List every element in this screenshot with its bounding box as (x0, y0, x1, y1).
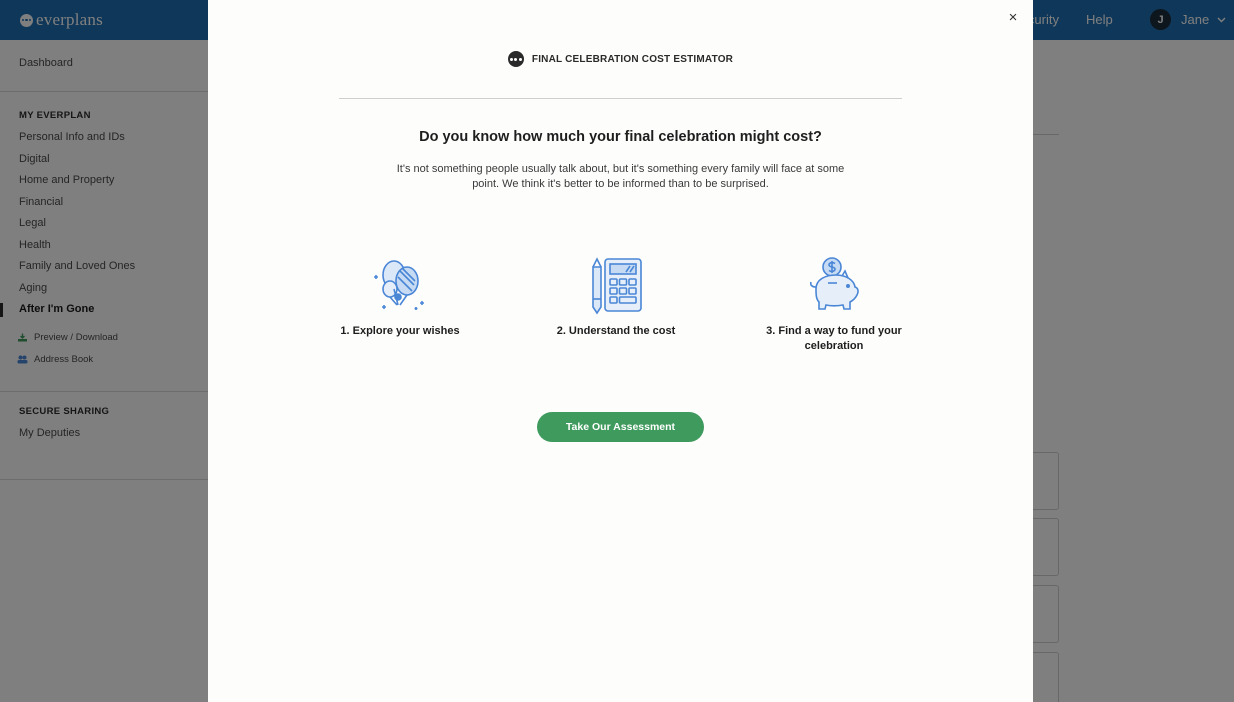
close-button[interactable]: × (1004, 9, 1022, 27)
modal-header: FINAL CELEBRATION COST ESTIMATOR (208, 51, 1033, 67)
balloons-icon (374, 260, 424, 310)
step-fund-celebration: 3. Find a way to fund your celebration (759, 255, 909, 354)
modal-title: FINAL CELEBRATION COST ESTIMATOR (531, 53, 734, 65)
calculator-icon (592, 257, 642, 315)
modal-question: Do you know how much your final celebrat… (419, 129, 822, 145)
modal-description: It's not something people usually talk a… (396, 163, 845, 190)
close-icon: × (1008, 9, 1018, 26)
step-understand-cost: 2. Understand the cost (541, 255, 691, 339)
piggy-bank-icon (809, 257, 859, 310)
step-3-label: 3. Find a way to fund your celebration (766, 325, 902, 352)
everplans-dots-icon (507, 51, 524, 67)
take-assessment-button[interactable]: Take Our Assessment (537, 412, 704, 442)
step-1-label: 1. Explore your wishes (340, 325, 460, 337)
step-2-label: 2. Understand the cost (556, 325, 676, 337)
cost-estimator-modal: × FINAL CELEBRATION COST ESTIMATOR Do yo… (208, 0, 1033, 702)
step-explore-wishes: 1. Explore your wishes (325, 255, 475, 339)
header-divider (339, 98, 902, 99)
